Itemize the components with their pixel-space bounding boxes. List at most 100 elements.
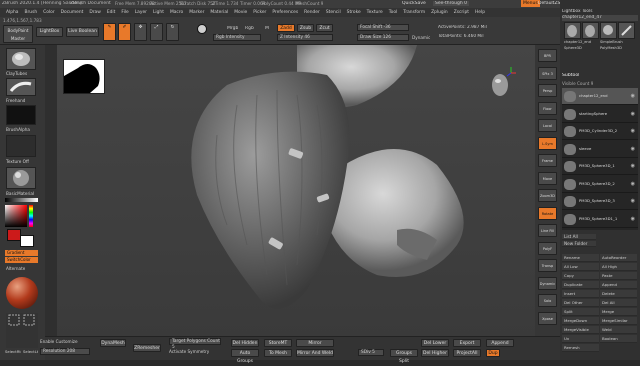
subtool-row[interactable]: sleeve ◉: [562, 141, 638, 158]
dynamesh-button[interactable]: DynaMesh: [100, 339, 126, 347]
subtool-row[interactable]: PM3D_Sphere3D1_1 ◉: [562, 211, 638, 228]
navigation-head-icon[interactable]: [487, 67, 517, 103]
menu-stencil[interactable]: Stencil: [323, 10, 344, 15]
menu-transform[interactable]: Transform: [400, 10, 428, 15]
subtool-merge-button[interactable]: Merge: [600, 308, 637, 316]
target-polygons-slider[interactable]: Target Polygons Count 5: [169, 338, 221, 350]
subtool-uv-button[interactable]: Uv: [562, 335, 599, 343]
del-hidden-button[interactable]: Del Hidden: [231, 339, 259, 347]
mirror-button[interactable]: Mirror: [296, 339, 334, 347]
subtool-all-high-button[interactable]: All High: [600, 263, 637, 271]
switch-color-toggle[interactable]: SwitchColor: [5, 257, 38, 263]
subtool-autoreorder-button[interactable]: AutoReorder: [600, 254, 637, 262]
subtool-duplicate-button[interactable]: Duplicate: [562, 281, 599, 289]
visibility-eye-icon[interactable]: ◉: [631, 181, 635, 187]
subtool-all-low-button[interactable]: All Low: [562, 263, 599, 271]
primary-color-swatch[interactable]: [7, 229, 21, 241]
material-sphere-icon-large[interactable]: [6, 277, 38, 309]
visibility-eye-icon[interactable]: ◉: [631, 163, 635, 169]
tool-thumb-2[interactable]: [600, 22, 617, 39]
mirror-and-weld-button[interactable]: Mirror And Weld: [296, 349, 334, 357]
color-picker-square[interactable]: [5, 205, 27, 227]
menu-macro[interactable]: Macro: [167, 10, 186, 15]
lightbox-button[interactable]: LightBox: [36, 27, 63, 37]
tool-thumb-0[interactable]: [564, 22, 581, 39]
project-all-button[interactable]: ProjectAll: [453, 349, 481, 357]
subtool-split-button[interactable]: Split: [562, 308, 599, 316]
subtool-row[interactable]: PM3D_Sphere3D_2 ◉: [562, 176, 638, 193]
rgb-intensity-slider[interactable]: Rgb Intensity: [213, 34, 261, 41]
visibility-eye-icon[interactable]: ◉: [631, 93, 635, 99]
shelf-l-sym-button[interactable]: L.Sym: [538, 136, 557, 150]
menu-zplugin[interactable]: Zplugin: [428, 10, 451, 15]
subtool-row[interactable]: PM3D_Sphere3D_3 ◉: [562, 193, 638, 210]
focal-shift-slider[interactable]: Focal Shift -36: [357, 24, 409, 31]
subtool-row[interactable]: PM3D_Sphere3D_1 ◉: [562, 158, 638, 175]
projection-master-button[interactable]: BodyPaint Master: [3, 25, 33, 43]
draw-mode-button[interactable]: ✐: [118, 23, 131, 41]
subtool-rename-button[interactable]: Rename: [562, 254, 599, 262]
subtool-row[interactable]: chapter12_end ◉: [562, 88, 638, 105]
shelf-move-button[interactable]: Move: [538, 171, 557, 185]
shelf-spix-3-button[interactable]: SPix 3: [538, 66, 557, 80]
subtool-mergedown-button[interactable]: MergeDown: [562, 317, 599, 325]
subtool-insert-button[interactable]: Insert: [562, 290, 599, 298]
alpha-thumb[interactable]: [6, 105, 36, 125]
sdiv-slider[interactable]: SDiv 5: [358, 349, 384, 356]
visibility-eye-icon[interactable]: ◉: [631, 146, 635, 152]
rotate-button[interactable]: ↻: [166, 23, 179, 41]
zremesher-button[interactable]: ZRemesher: [133, 344, 161, 352]
alternate-toggle[interactable]: Alternate: [6, 266, 25, 271]
zcut-button[interactable]: Zcut: [316, 24, 333, 32]
menu-zscript[interactable]: Zscript: [451, 10, 472, 15]
subtool-title[interactable]: Subtool: [562, 73, 579, 78]
live-boolean-button[interactable]: Live Boolean: [66, 27, 99, 37]
zsub-button[interactable]: Zsub: [297, 24, 314, 32]
standard-stroke-thumb[interactable]: [6, 78, 36, 96]
current-tool-name[interactable]: chapter12_end_47: [562, 15, 638, 21]
selectlt-button[interactable]: SelectLt: [23, 349, 38, 354]
storemt-button[interactable]: StoreMT: [264, 339, 292, 347]
del-lower-button[interactable]: Del Lower: [421, 339, 449, 347]
menu-file[interactable]: File: [118, 10, 131, 15]
subtool-weld-button[interactable]: Weld: [600, 326, 637, 334]
menu-marker[interactable]: Marker: [186, 10, 207, 15]
menu-preferences[interactable]: Preferences: [269, 10, 301, 15]
subtool-boolean-button[interactable]: Boolean: [600, 335, 637, 343]
menu-layer[interactable]: Layer: [132, 10, 150, 15]
menu-tool[interactable]: Tool: [386, 10, 401, 15]
rgb-button[interactable]: Rgb: [245, 26, 254, 31]
menu-material[interactable]: Material: [207, 10, 231, 15]
menu-color[interactable]: Color: [40, 10, 57, 15]
groups-split-button[interactable]: Groups Split: [390, 349, 418, 364]
append-button[interactable]: Append: [486, 339, 514, 347]
visibility-eye-icon[interactable]: ◉: [631, 128, 635, 134]
menu-brush[interactable]: Brush: [21, 10, 40, 15]
shelf-line-fill-button[interactable]: Line Fill: [538, 224, 557, 237]
menus-toggle[interactable]: Menus: [521, 0, 540, 7]
to-mesh-button[interactable]: To Mesh: [264, 349, 292, 357]
selectrt-button[interactable]: SelectRt: [5, 349, 21, 354]
seethrough-slider[interactable]: See-through 0: [433, 1, 469, 6]
z-intensity-slider[interactable]: Z Intensity 46: [277, 34, 333, 41]
shelf-polyf-button[interactable]: PolyF: [538, 241, 557, 255]
subtool-mergesimilar-button[interactable]: MergeSimilar: [600, 317, 637, 325]
menu-help[interactable]: Help: [472, 10, 488, 15]
gradient-toggle[interactable]: Gradient: [5, 250, 38, 256]
document-canvas[interactable]: [57, 45, 535, 345]
visibility-eye-icon[interactable]: ◉: [631, 111, 635, 117]
scale-button[interactable]: ⤢: [150, 23, 163, 41]
shelf-solo-button[interactable]: Solo: [538, 294, 557, 307]
menu-document[interactable]: Document: [58, 10, 87, 15]
visibility-eye-icon[interactable]: ◉: [631, 198, 635, 204]
shelf-persp-button[interactable]: Persp: [538, 84, 557, 97]
list-all-button[interactable]: List All: [562, 234, 596, 240]
material-sphere-icon[interactable]: [197, 24, 207, 34]
gradient-bar[interactable]: [5, 198, 38, 202]
visibility-eye-icon[interactable]: ◉: [631, 216, 635, 222]
subtool-del-all-button[interactable]: Del All: [600, 299, 637, 307]
auto-groups-button[interactable]: Auto Groups: [231, 349, 259, 364]
quicksave-button[interactable]: QuickSave: [402, 1, 426, 6]
mrgb-button[interactable]: Mrgb: [227, 26, 238, 31]
dynamic-toggle[interactable]: Dynamic: [412, 35, 430, 40]
